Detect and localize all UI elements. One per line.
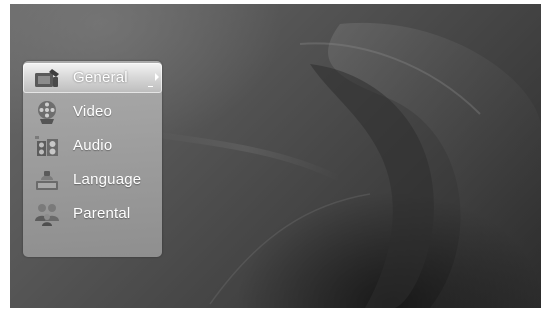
menu-item-general[interactable]: General [23, 63, 162, 93]
tv-screen: General Video Audio Language Parental [10, 4, 541, 308]
menu-item-label: Video [73, 103, 113, 120]
menu-item-parental[interactable]: Parental [23, 199, 162, 229]
menu-item-video[interactable]: Video [23, 97, 162, 127]
menu-item-audio[interactable]: Audio [23, 131, 162, 161]
menu-item-language[interactable]: Language [23, 165, 162, 195]
audio-speaker-icon [35, 136, 58, 156]
submenu-arrow-icon [155, 73, 159, 81]
general-settings-icon [35, 69, 59, 87]
menu-item-label: Language [73, 171, 142, 188]
menu-item-label: Parental [73, 205, 131, 222]
menu-item-label: General [73, 69, 128, 86]
menu-item-label: Audio [73, 137, 113, 154]
settings-menu-panel: General Video Audio Language Parental [23, 61, 162, 257]
scroll-indicator-icon [148, 86, 153, 87]
video-film-reel-icon [38, 101, 56, 124]
language-icon [36, 171, 58, 190]
parental-family-icon [35, 204, 59, 226]
